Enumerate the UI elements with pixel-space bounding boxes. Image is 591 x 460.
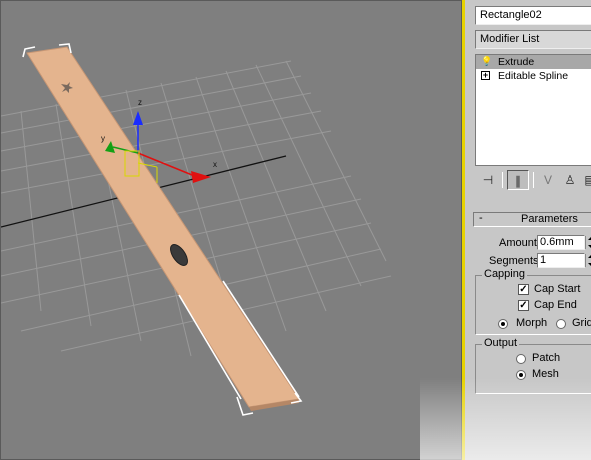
output-group-title: Output [482,337,520,349]
morph-radio[interactable] [498,319,508,329]
patch-radio[interactable] [516,354,526,364]
amount-value[interactable]: 0.6mm [540,236,574,248]
amount-label: Amount: [499,237,540,249]
x-axis-label: x [213,160,217,169]
patch-label: Patch [532,352,561,364]
rollout-collapse-icon[interactable]: - [479,212,483,225]
amount-spinner[interactable]: 0.6mm [537,235,591,250]
z-axis-label: z [138,98,142,107]
y-axis-label: y [101,134,105,143]
segments-label: Segments: [489,255,542,267]
stack-item-editable-spline[interactable]: + Editable Spline [476,69,591,83]
rollout-title: Parameters [521,213,578,225]
amount-spinner-arrows-icon[interactable] [585,236,591,249]
modifier-list-dropdown[interactable]: Modifier List [475,30,591,49]
extruded-rectangle-object [26,46,300,411]
stack-item-extrude[interactable]: 💡 Extrude [476,55,591,69]
remove-modifier-icon[interactable]: ♙ [559,170,581,190]
capping-group-title: Capping [482,268,527,280]
show-end-result-icon[interactable]: ∥ [507,170,529,190]
segments-spinner[interactable]: 1 [537,253,591,268]
stack-toolbar: ⊣ ∥ V ♙ ▤ [475,168,591,192]
cap-start-checkbox[interactable]: ✓ [518,284,529,295]
cap-end-checkbox[interactable]: ✓ [518,300,529,311]
perspective-viewport[interactable]: z y x [0,0,462,460]
grid-radio[interactable] [556,319,566,329]
morph-label: Morph [516,317,548,329]
pin-stack-icon[interactable]: ⊣ [477,170,499,190]
modifier-stack[interactable]: 💡 Extrude + Editable Spline [475,54,591,166]
watermark-overlay [420,378,591,460]
segments-value[interactable]: 1 [540,254,546,266]
lightbulb-icon[interactable]: 💡 [481,57,492,66]
cap-end-label: Cap End [534,299,577,311]
plus-expand-icon[interactable]: + [481,71,490,80]
make-unique-icon[interactable]: V [537,170,559,190]
cap-start-label: Cap Start [534,283,581,295]
parameters-rollout-header[interactable]: - Parameters [473,212,591,227]
object-name-field[interactable]: Rectangle02 [475,6,591,25]
stack-item-label: Extrude [498,56,535,68]
segments-spinner-arrows-icon[interactable] [585,254,591,267]
stack-item-label: Editable Spline [498,70,569,82]
capping-group: Capping ✓ Cap Start ✓ Cap End Morph Grid [475,268,591,335]
viewport-scene[interactable]: z y x [1,1,463,460]
configure-sets-icon[interactable]: ▤ [579,170,591,190]
grid-label: Grid [572,317,591,329]
